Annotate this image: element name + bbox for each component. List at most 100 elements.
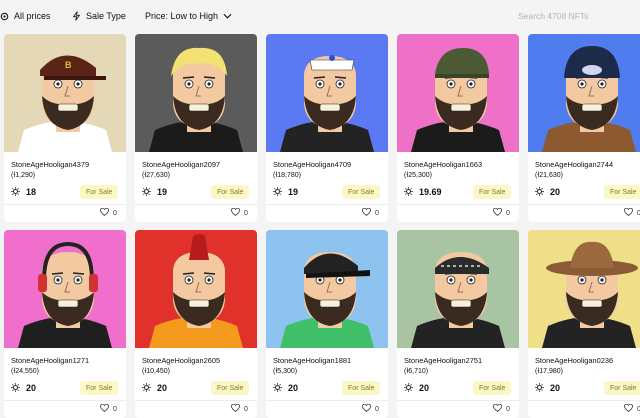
nft-image[interactable] [397, 34, 519, 152]
nft-image[interactable] [266, 34, 388, 152]
nft-card[interactable]: StoneAgeHooligan0236 (Ɨ17,980) 20 For Sale 0 [528, 230, 640, 418]
nft-price: (Ɨ21,630) [535, 172, 564, 179]
nft-name[interactable]: StoneAgeHooligan1881 [273, 356, 351, 365]
heart-icon [231, 207, 240, 218]
like-button[interactable]: 0 [100, 207, 117, 218]
search-input[interactable] [518, 8, 640, 24]
for-sale-badge[interactable]: For Sale [80, 185, 119, 199]
card-divider [528, 204, 640, 205]
heart-icon [231, 403, 240, 414]
nft-image[interactable] [135, 230, 257, 348]
sun-icon [404, 379, 413, 397]
nft-image[interactable] [397, 230, 519, 348]
nft-name[interactable]: StoneAgeHooligan4709 [273, 160, 351, 169]
power-stat: 20 [11, 381, 36, 395]
nft-price: (Ɨ24,550) [11, 368, 40, 375]
power-stat: 18 [11, 185, 36, 199]
sale-type-filter[interactable]: Sale Type [72, 0, 126, 32]
heart-icon [100, 207, 109, 218]
nft-name[interactable]: StoneAgeHooligan2605 [142, 356, 220, 365]
nft-price: (Ɨ18,780) [273, 172, 302, 179]
sun-icon [142, 379, 151, 397]
nft-card[interactable]: StoneAgeHooligan2744 (Ɨ21,630) 20 For Sale 0 [528, 34, 640, 222]
for-sale-badge[interactable]: For Sale [342, 185, 381, 199]
sun-icon [404, 183, 413, 201]
nft-card[interactable]: StoneAgeHooligan2605 (Ɨ10,450) 20 For Sale 0 [135, 230, 257, 418]
heart-icon [100, 403, 109, 414]
filter-toolbar: All prices Sale Type Price: Low to High [0, 0, 640, 32]
like-button[interactable]: 0 [231, 207, 248, 218]
nft-card[interactable]: StoneAgeHooligan1663 (Ɨ25,300) 19.69 For Sa… [397, 34, 519, 222]
nft-image[interactable] [528, 230, 640, 348]
card-divider [4, 204, 126, 205]
for-sale-badge[interactable]: For Sale [604, 185, 640, 199]
for-sale-badge[interactable]: For Sale [211, 185, 250, 199]
nft-image[interactable]: B [4, 34, 126, 152]
card-divider [135, 204, 257, 205]
like-button[interactable]: 0 [362, 403, 379, 414]
nft-card[interactable]: StoneAgeHooligan2751 (Ɨ6,710) 20 For Sale 0 [397, 230, 519, 418]
card-divider [135, 400, 257, 401]
heart-icon [362, 207, 371, 218]
sun-icon [273, 379, 282, 397]
like-count: 0 [244, 405, 248, 413]
like-button[interactable]: 0 [624, 403, 640, 414]
for-sale-badge[interactable]: For Sale [473, 185, 512, 199]
heart-icon [624, 403, 633, 414]
power-value: 20 [26, 383, 37, 393]
like-button[interactable]: 0 [100, 403, 117, 414]
like-button[interactable]: 0 [493, 403, 510, 414]
nft-price: (Ɨ25,300) [404, 172, 433, 179]
like-button[interactable]: 0 [493, 207, 510, 218]
nft-grid: B StoneAgeHooligan4379 (Ɨ1,290) 18 For Sale 0… [0, 32, 640, 418]
card-divider [266, 400, 388, 401]
like-count: 0 [113, 405, 117, 413]
power-value: 19 [157, 187, 168, 197]
like-button[interactable]: 0 [624, 207, 640, 218]
nft-card[interactable]: StoneAgeHooligan1271 (Ɨ24,550) 20 For Sale 0 [4, 230, 126, 418]
nft-name[interactable]: StoneAgeHooligan2751 [404, 356, 482, 365]
like-count: 0 [506, 209, 510, 217]
like-count: 0 [506, 405, 510, 413]
nft-name[interactable]: StoneAgeHooligan1663 [404, 160, 482, 169]
for-sale-badge[interactable]: For Sale [211, 381, 250, 395]
all-prices-filter[interactable]: All prices [0, 0, 51, 32]
for-sale-badge[interactable]: For Sale [342, 381, 381, 395]
power-stat: 19.69 [404, 185, 442, 199]
card-divider [266, 204, 388, 205]
nft-card[interactable]: StoneAgeHooligan1881 (Ɨ5,300) 20 For Sale 0 [266, 230, 388, 418]
like-button[interactable]: 0 [231, 403, 248, 414]
card-divider [397, 204, 519, 205]
power-stat: 20 [535, 381, 560, 395]
nft-name[interactable]: StoneAgeHooligan2097 [142, 160, 220, 169]
heart-icon [493, 207, 502, 218]
nft-card[interactable]: B StoneAgeHooligan4379 (Ɨ1,290) 18 For Sale 0 [4, 34, 126, 222]
nft-price: (Ɨ1,290) [11, 172, 36, 179]
for-sale-badge[interactable]: For Sale [473, 381, 512, 395]
like-button[interactable]: 0 [362, 207, 379, 218]
nft-name[interactable]: StoneAgeHooligan1271 [11, 356, 89, 365]
for-sale-badge[interactable]: For Sale [604, 381, 640, 395]
sun-icon [535, 183, 544, 201]
nft-name[interactable]: StoneAgeHooligan0236 [535, 356, 613, 365]
power-value: 19 [288, 187, 299, 197]
card-divider [4, 400, 126, 401]
for-sale-badge[interactable]: For Sale [80, 381, 119, 395]
nft-image[interactable] [4, 230, 126, 348]
nft-image[interactable] [135, 34, 257, 152]
nft-card[interactable]: StoneAgeHooligan2097 (Ɨ27,630) 19 For Sale 0 [135, 34, 257, 222]
power-stat: 20 [404, 381, 429, 395]
nft-name[interactable]: StoneAgeHooligan2744 [535, 160, 613, 169]
filter-icon [0, 12, 9, 21]
nft-name[interactable]: StoneAgeHooligan4379 [11, 160, 89, 169]
power-stat: 20 [273, 381, 298, 395]
power-value: 20 [550, 187, 561, 197]
heart-icon [493, 403, 502, 414]
like-count: 0 [375, 209, 379, 217]
nft-card[interactable]: StoneAgeHooligan4709 (Ɨ18,780) 19 For Sale 0 [266, 34, 388, 222]
nft-image[interactable] [266, 230, 388, 348]
card-divider [528, 400, 640, 401]
nft-image[interactable] [528, 34, 640, 152]
power-value: 19.69 [419, 187, 442, 197]
sort-dropdown[interactable]: Price: Low to High [145, 0, 232, 32]
